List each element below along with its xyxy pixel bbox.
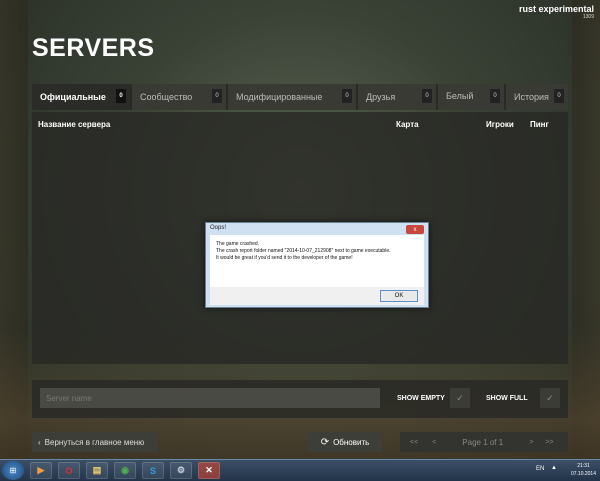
tab-label: История bbox=[514, 92, 549, 102]
tab-whitelist[interactable]: Белый список 0 bbox=[438, 84, 506, 110]
chevron-left-icon: ‹ bbox=[38, 437, 41, 447]
tab-modded[interactable]: Модифицированные 0 bbox=[228, 84, 358, 110]
show-full-label: SHOW FULL bbox=[486, 395, 528, 402]
dialog-line: The game crashed. bbox=[216, 241, 260, 247]
start-button[interactable]: ⊞ bbox=[2, 461, 24, 480]
close-icon: x bbox=[413, 226, 417, 233]
show-full-toggle[interactable]: ✓ bbox=[540, 388, 560, 408]
play-icon: ▶ bbox=[37, 465, 45, 475]
page-title: SERVERS bbox=[32, 34, 155, 62]
tab-friends[interactable]: Друзья 0 bbox=[358, 84, 438, 110]
version-info: rust experimental 1309 bbox=[519, 4, 594, 20]
chrome-icon[interactable]: ◉ bbox=[114, 462, 136, 479]
opera-icon[interactable]: O bbox=[58, 462, 80, 479]
taskbar: ⊞ ▶ O ▤ ◉ S ⚙ ✕ EN ▲ 21:31 07.10.2014 bbox=[0, 459, 600, 481]
tab-history[interactable]: История 0 bbox=[506, 84, 568, 110]
system-clock[interactable]: 21:31 07.10.2014 bbox=[571, 462, 596, 478]
column-header-ping[interactable]: Пинг bbox=[530, 120, 549, 129]
tab-count: 0 bbox=[212, 89, 222, 103]
build-number: 1309 bbox=[582, 14, 594, 20]
tab-count: 0 bbox=[422, 89, 432, 103]
language-indicator[interactable]: EN bbox=[536, 466, 544, 472]
dialog-line: It would be great if you'd send it to th… bbox=[216, 255, 353, 261]
tab-label: Белый список bbox=[446, 91, 474, 103]
check-icon: ✓ bbox=[456, 392, 464, 403]
dialog-close-button[interactable]: x bbox=[406, 225, 424, 234]
refresh-button-label: Обновить bbox=[333, 437, 370, 447]
filter-bar: SHOW EMPTY ✓ SHOW FULL ✓ bbox=[32, 380, 568, 418]
back-to-main-menu-button[interactable]: ‹ Вернуться в главное меню bbox=[32, 432, 158, 452]
show-empty-toggle[interactable]: ✓ bbox=[450, 388, 470, 408]
tab-label: Официальные bbox=[40, 92, 106, 102]
clock-time: 21:31 bbox=[577, 463, 590, 469]
tab-count: 0 bbox=[490, 89, 500, 103]
dialog-ok-button[interactable]: OK bbox=[380, 290, 418, 302]
clock-date: 07.10.2014 bbox=[570, 471, 596, 477]
rust-game-icon[interactable]: ✕ bbox=[198, 462, 220, 479]
server-search-input[interactable] bbox=[40, 388, 380, 408]
game-name: rust experimental bbox=[518, 4, 594, 14]
page-indicator: Page 1 of 1 bbox=[462, 437, 504, 447]
dialog-title: Oops! bbox=[210, 225, 227, 231]
tab-count: 0 bbox=[116, 89, 126, 103]
skype-icon[interactable]: S bbox=[142, 462, 164, 479]
skype-logo-icon: S bbox=[149, 465, 156, 476]
dialog-line: The crash report folder named "2014-10-0… bbox=[216, 248, 391, 254]
column-header-server-name[interactable]: Название сервера bbox=[38, 120, 110, 129]
tray-expand-icon[interactable]: ▲ bbox=[551, 465, 557, 471]
back-button-label: Вернуться в главное меню bbox=[44, 437, 145, 447]
steam-icon[interactable]: ⚙ bbox=[170, 462, 192, 479]
last-page-button[interactable]: >> bbox=[545, 439, 553, 446]
tab-label: Модифицированные bbox=[236, 92, 323, 102]
opera-logo-icon: O bbox=[65, 465, 73, 476]
folder-icon: ▤ bbox=[92, 465, 102, 475]
tab-official[interactable]: Официальные 0 bbox=[32, 84, 132, 110]
rust-logo-icon: ✕ bbox=[205, 465, 213, 475]
check-icon: ✓ bbox=[546, 392, 554, 403]
pagination: << < Page 1 of 1 > >> bbox=[400, 432, 568, 452]
windows-logo-icon: ⊞ bbox=[9, 466, 17, 475]
server-tabs: Официальные 0 Сообщество 0 Модифицирован… bbox=[32, 84, 568, 110]
prev-page-button[interactable]: < bbox=[432, 439, 436, 446]
column-header-players[interactable]: Игроки bbox=[486, 120, 514, 129]
first-page-button[interactable]: << bbox=[410, 439, 418, 446]
column-header-map[interactable]: Карта bbox=[396, 120, 419, 129]
show-empty-label: SHOW EMPTY bbox=[397, 395, 445, 402]
next-page-button[interactable]: > bbox=[529, 439, 533, 446]
crash-dialog: Oops! x The game crashed. The crash repo… bbox=[205, 222, 429, 308]
media-player-icon[interactable]: ▶ bbox=[30, 462, 52, 479]
tab-community[interactable]: Сообщество 0 bbox=[132, 84, 228, 110]
chrome-logo-icon: ◉ bbox=[121, 465, 129, 475]
dialog-footer: OK bbox=[210, 287, 424, 305]
tab-label: Сообщество bbox=[140, 92, 193, 102]
refresh-icon: ⟳ bbox=[320, 436, 330, 448]
dialog-message: The game crashed. The crash report folde… bbox=[210, 235, 424, 287]
steam-logo-icon: ⚙ bbox=[176, 465, 186, 475]
refresh-button[interactable]: ⟳ Обновить bbox=[308, 432, 382, 452]
tab-count: 0 bbox=[342, 89, 352, 103]
file-explorer-icon[interactable]: ▤ bbox=[86, 462, 108, 479]
tab-label: Друзья bbox=[366, 92, 396, 102]
tab-count: 0 bbox=[554, 89, 564, 103]
